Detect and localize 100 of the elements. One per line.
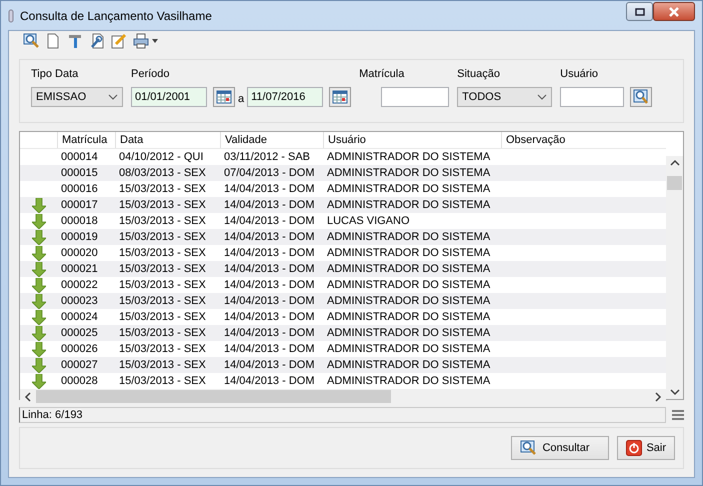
column-header[interactable]: Data xyxy=(115,132,220,148)
table-cell-text: ADMINISTRADOR DO SISTEMA xyxy=(326,374,492,389)
exit-button[interactable]: Sair xyxy=(617,436,675,460)
table-cell-text: 14/04/2013 - DOM xyxy=(223,358,316,373)
table-cell-text: 14/04/2013 - DOM xyxy=(223,342,316,357)
search-icon xyxy=(520,440,538,456)
restore-button[interactable] xyxy=(626,2,653,21)
table-cell-text: ADMINISTRADOR DO SISTEMA xyxy=(326,310,492,325)
printer-icon xyxy=(133,33,150,49)
power-icon xyxy=(626,440,642,456)
table-row[interactable]: 000028 15/03/2013 - SEX 14/04/2013 - DOM ADMINISTRADOR DO SISTEMA xyxy=(20,373,666,389)
table-row[interactable]: 000015 08/03/2013 - SEX 07/04/2013 - DOM ADMINISTRADOR DO SISTEMA xyxy=(20,165,666,181)
table-row[interactable]: 000014 04/10/2012 - QUI 03/11/2012 - SAB ADMINISTRADOR DO SISTEMA xyxy=(20,149,666,165)
table-cell-text: ADMINISTRADOR DO SISTEMA xyxy=(326,150,492,165)
table-cell-text: 14/04/2013 - DOM xyxy=(223,294,316,309)
table-row[interactable]: 000022 15/03/2013 - SEX 14/04/2013 - DOM ADMINISTRADOR DO SISTEMA xyxy=(20,277,666,293)
table-cell-text: 15/03/2013 - SEX xyxy=(118,230,207,245)
table-cell-text: 15/03/2013 - SEX xyxy=(118,214,207,229)
field-label: Tipo Data xyxy=(31,68,80,82)
table-cell-text: 15/03/2013 - SEX xyxy=(118,342,207,357)
chevron-down-icon xyxy=(108,94,118,100)
table-cell-text: 15/03/2013 - SEX xyxy=(118,326,207,341)
scrollbar-thumb[interactable] xyxy=(667,176,682,190)
table-cell-text: 14/04/2013 - DOM xyxy=(223,262,316,277)
table-cell-text: 000023 xyxy=(60,294,99,309)
caret-icon xyxy=(152,39,158,43)
table-cell-text: 14/04/2013 - DOM xyxy=(223,182,316,197)
table-cell-text: 15/03/2013 - SEX xyxy=(118,294,207,309)
table-cell-text: 14/04/2013 - DOM xyxy=(223,214,316,229)
table-row[interactable]: 000018 15/03/2013 - SEX 14/04/2013 - DOM LUCAS VIGANO xyxy=(20,213,666,229)
table-cell-text: 14/04/2013 - DOM xyxy=(223,374,316,389)
search-button[interactable]: Consultar xyxy=(511,436,610,460)
table-cell-text: ADMINISTRADOR DO SISTEMA xyxy=(326,230,492,245)
menu-icon[interactable] xyxy=(672,410,684,420)
table-cell-text: 000028 xyxy=(60,374,99,389)
date-field[interactable]: 11/07/2016 xyxy=(247,87,324,107)
table-cell-text: 000026 xyxy=(60,342,99,357)
table-cell-text: 000022 xyxy=(60,278,99,293)
table-row[interactable]: 000027 15/03/2013 - SEX 14/04/2013 - DOM ADMINISTRADOR DO SISTEMA xyxy=(20,357,666,373)
table-cell-text: ADMINISTRADOR DO SISTEMA xyxy=(326,262,492,277)
table-cell-text: 000019 xyxy=(60,230,99,245)
table-cell-text: 14/04/2013 - DOM xyxy=(223,326,316,341)
column-header[interactable]: Validade xyxy=(220,132,323,148)
table-row[interactable]: 000021 15/03/2013 - SEX 14/04/2013 - DOM ADMINISTRADOR DO SISTEMA xyxy=(20,261,666,277)
close-button[interactable] xyxy=(653,2,695,21)
column-header[interactable]: Usuário xyxy=(323,132,501,148)
table-row[interactable]: 000020 15/03/2013 - SEX 14/04/2013 - DOM ADMINISTRADOR DO SISTEMA xyxy=(20,245,666,261)
table-cell-text: 000021 xyxy=(60,262,99,277)
table-cell-text: 000017 xyxy=(60,198,99,213)
table-row[interactable]: 000017 15/03/2013 - SEX 14/04/2013 - DOM ADMINISTRADOR DO SISTEMA xyxy=(20,197,666,213)
search-icon[interactable] xyxy=(23,33,39,49)
app-icon xyxy=(8,8,14,22)
close-icon xyxy=(668,6,680,16)
print-button[interactable] xyxy=(133,33,158,49)
table-cell-text: 15/03/2013 - SEX xyxy=(118,358,207,373)
date-type-dropdown[interactable]: EMISSAO xyxy=(31,87,123,107)
range-separator: a xyxy=(238,93,244,105)
table-cell-text: 14/04/2013 - DOM xyxy=(223,278,316,293)
horizontal-scrollbar[interactable] xyxy=(20,389,666,404)
table-cell-text: 15/03/2013 - SEX xyxy=(118,246,207,261)
scrollbar-thumb[interactable] xyxy=(36,390,391,403)
user-field[interactable] xyxy=(560,87,624,107)
status-dropdown[interactable]: TODOS xyxy=(457,87,552,107)
table-cell-text: 08/03/2013 - SEX xyxy=(118,166,207,181)
calendar-icon[interactable] xyxy=(213,87,235,107)
table-cell-text: ADMINISTRADOR DO SISTEMA xyxy=(326,182,492,197)
table-cell-text: 000025 xyxy=(60,326,99,341)
restore-icon xyxy=(634,8,644,16)
table-cell-text: 15/03/2013 - SEX xyxy=(118,262,207,277)
column-header[interactable]: Matrícula xyxy=(57,132,115,148)
table-row[interactable]: 000023 15/03/2013 - SEX 14/04/2013 - DOM ADMINISTRADOR DO SISTEMA xyxy=(20,293,666,309)
table-cell-text: 14/04/2013 - DOM xyxy=(223,310,316,325)
table-cell-text: ADMINISTRADOR DO SISTEMA xyxy=(326,278,492,293)
table-cell-text: ADMINISTRADOR DO SISTEMA xyxy=(326,294,492,309)
table-cell-text: 15/03/2013 - SEX xyxy=(118,198,207,213)
wrench-page-icon[interactable] xyxy=(89,33,105,49)
document-icon[interactable] xyxy=(45,33,61,49)
field-label: Situação xyxy=(457,68,501,82)
table-row[interactable]: 000025 15/03/2013 - SEX 14/04/2013 - DOM ADMINISTRADOR DO SISTEMA xyxy=(20,325,666,341)
table-cell-text: 07/04/2013 - DOM xyxy=(223,166,316,181)
table-cell-text: 000027 xyxy=(60,358,99,373)
table-cell-text: ADMINISTRADOR DO SISTEMA xyxy=(326,166,492,181)
calendar-icon[interactable] xyxy=(329,87,352,107)
table-cell-text: ADMINISTRADOR DO SISTEMA xyxy=(326,198,492,213)
date-field[interactable]: 01/01/2001 xyxy=(131,87,207,107)
search-icon[interactable] xyxy=(630,87,652,107)
table-row[interactable]: 000016 15/03/2013 - SEX 14/04/2013 - DOM ADMINISTRADOR DO SISTEMA xyxy=(20,181,666,197)
table-cell-text: 000018 xyxy=(60,214,99,229)
registration-field[interactable] xyxy=(381,87,450,107)
table-cell-text: ADMINISTRADOR DO SISTEMA xyxy=(326,342,492,357)
edit-icon[interactable] xyxy=(111,33,127,49)
field-label: Período xyxy=(131,68,171,82)
table-cell-text: 14/04/2013 - DOM xyxy=(223,230,316,245)
table-cell-text: 14/04/2013 - DOM xyxy=(223,198,316,213)
table-row[interactable]: 000024 15/03/2013 - SEX 14/04/2013 - DOM ADMINISTRADOR DO SISTEMA xyxy=(20,309,666,325)
table-cell-text: 000016 xyxy=(60,182,99,197)
table-row[interactable]: 000026 15/03/2013 - SEX 14/04/2013 - DOM ADMINISTRADOR DO SISTEMA xyxy=(20,341,666,357)
window-title: Consulta de Lançamento Vasilhame xyxy=(20,8,213,22)
field-label: Matrícula xyxy=(359,68,406,82)
table-row[interactable]: 000019 15/03/2013 - SEX 14/04/2013 - DOM ADMINISTRADOR DO SISTEMA xyxy=(20,229,666,245)
